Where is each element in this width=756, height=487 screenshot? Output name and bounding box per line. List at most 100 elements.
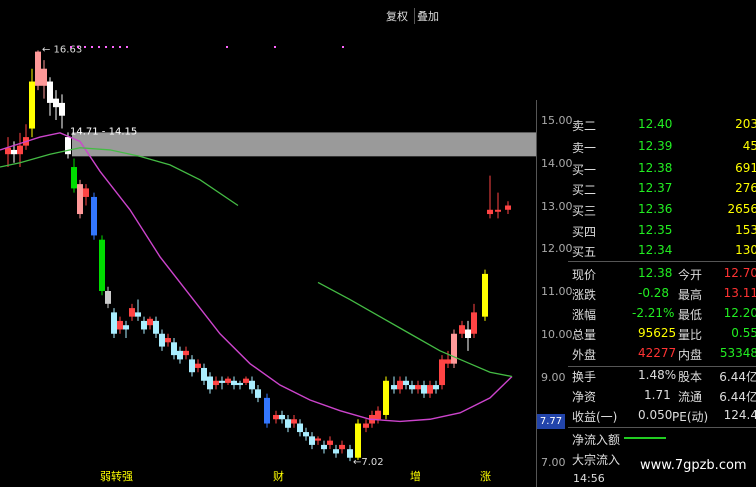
candle-body <box>285 419 291 428</box>
bottom-signal-label: 弱转强 <box>100 469 133 483</box>
pct-value: -2.21% <box>632 306 675 320</box>
candle-body <box>339 444 345 450</box>
candle-body <box>487 209 493 215</box>
open-value: 12.70 <box>723 266 756 280</box>
candle-body <box>505 205 511 210</box>
candle-body <box>465 329 471 339</box>
buy1-price: 12.38 <box>638 161 673 175</box>
candle-body <box>303 432 309 437</box>
candle-body <box>171 342 177 356</box>
inner-label: 内盘 <box>678 348 703 362</box>
candle-body <box>459 325 465 334</box>
candle-body <box>433 385 439 390</box>
candle-body <box>391 385 397 390</box>
candle-body <box>153 320 159 334</box>
candle-body <box>47 81 53 103</box>
candle-body <box>83 188 89 197</box>
bottom-signal-label: 增 <box>410 469 421 483</box>
quote-row-buy4: 买四 12.35 153 <box>568 223 756 243</box>
signal-dot <box>84 46 86 48</box>
candle-body <box>243 378 249 383</box>
candle-body <box>141 320 147 330</box>
quote-row-buy5: 买五 12.34 130 <box>568 243 756 263</box>
candle-body <box>183 350 189 356</box>
signal-dot <box>98 46 100 48</box>
nav-value: 1.71 <box>644 388 671 402</box>
quote-row-inflow: 净流入额 <box>568 431 756 451</box>
ratio-label: 量比 <box>678 328 703 342</box>
sell2-price: 12.40 <box>638 117 673 131</box>
divider <box>568 261 756 262</box>
inflow-label: 净流入额 <box>572 433 621 447</box>
candle-body <box>439 359 445 386</box>
restore-button[interactable]: 复权 <box>384 8 410 24</box>
candle-body <box>427 385 433 394</box>
sell2-volume: 203 <box>735 117 756 131</box>
low-annotation: ←7.02 <box>353 457 384 468</box>
candle-body <box>315 438 321 441</box>
quote-row-outer: 外盘 42277 内盘 53348 <box>568 346 756 366</box>
candle-body <box>291 419 297 424</box>
change-value: -0.28 <box>638 286 670 300</box>
buy1-volume: 691 <box>735 161 756 175</box>
bottom-signal-label: 涨 <box>480 470 491 483</box>
signal-dot <box>77 46 79 48</box>
quote-panel: 卖二 12.40 203 卖一 12.39 45 买一 12.38 691 买二 12.37 2… <box>568 111 756 487</box>
y-tick-label: 7.00 <box>541 456 566 469</box>
candle-body <box>17 145 23 155</box>
candle-body <box>29 81 35 129</box>
nav-label: 净资 <box>572 390 597 404</box>
candle-body <box>333 449 339 454</box>
buy5-volume: 130 <box>735 243 756 257</box>
signal-dot <box>105 46 107 48</box>
candle-body <box>41 68 47 86</box>
volume-value: 95625 <box>638 326 677 340</box>
candle-body <box>59 102 65 116</box>
pct-label: 涨幅 <box>572 308 597 322</box>
open-label: 今开 <box>678 268 703 282</box>
divider <box>568 366 756 367</box>
ma-line-green <box>0 147 239 207</box>
capital-value: 6.44亿 <box>719 370 756 384</box>
candle-body <box>297 423 303 433</box>
high-label: 最高 <box>678 288 703 302</box>
candle-body <box>147 318 153 326</box>
candle-body <box>445 359 451 364</box>
candle-body <box>71 167 77 189</box>
candle-body <box>135 312 141 317</box>
buy4-price: 12.35 <box>638 223 673 237</box>
candle-body <box>117 320 123 330</box>
low-label: 最低 <box>678 308 703 322</box>
candle-body <box>471 312 477 334</box>
candle-body <box>105 291 111 304</box>
turnover-value: 1.48% <box>638 368 677 382</box>
divider <box>568 427 756 428</box>
quote-row-price: 现价 12.38 今开 12.70 <box>568 266 756 286</box>
buy2-volume: 276 <box>735 181 756 195</box>
buy4-label: 买四 <box>572 225 597 239</box>
quote-row-buy2: 买二 12.37 276 <box>568 181 756 201</box>
candle-body <box>451 333 457 364</box>
candle-body <box>355 423 361 458</box>
candle-body <box>309 436 315 445</box>
sell1-price: 12.39 <box>638 139 673 153</box>
sell1-label: 卖一 <box>572 141 597 155</box>
candle-body <box>123 325 129 330</box>
overlay-button[interactable]: 叠加 <box>414 8 441 24</box>
candle-body <box>264 397 270 424</box>
candle-body <box>279 414 285 420</box>
candle-body <box>207 376 213 390</box>
y-tick-label: 9.00 <box>541 370 566 384</box>
candle-body <box>415 385 421 390</box>
ratio-value: 0.55 <box>731 326 756 340</box>
candle-body <box>231 380 237 386</box>
change-label: 涨跌 <box>572 288 597 302</box>
quote-row-eps: 收益(一) 0.050 PE(动) 124.4 <box>568 408 756 428</box>
candlestick-chart[interactable]: ← 16.63 14.71 - 14.15 ←7.02 弱转强 财 增 涨 <box>0 0 536 487</box>
quote-row-pct: 涨幅 -2.21% 最低 12.20 <box>568 306 756 326</box>
candle-body <box>363 423 369 428</box>
quote-row-change: 涨跌 -0.28 最高 13.11 <box>568 286 756 306</box>
current-price-tag: 7.77 <box>537 414 565 429</box>
candle-body <box>99 239 105 291</box>
volume-label: 总量 <box>572 328 597 342</box>
